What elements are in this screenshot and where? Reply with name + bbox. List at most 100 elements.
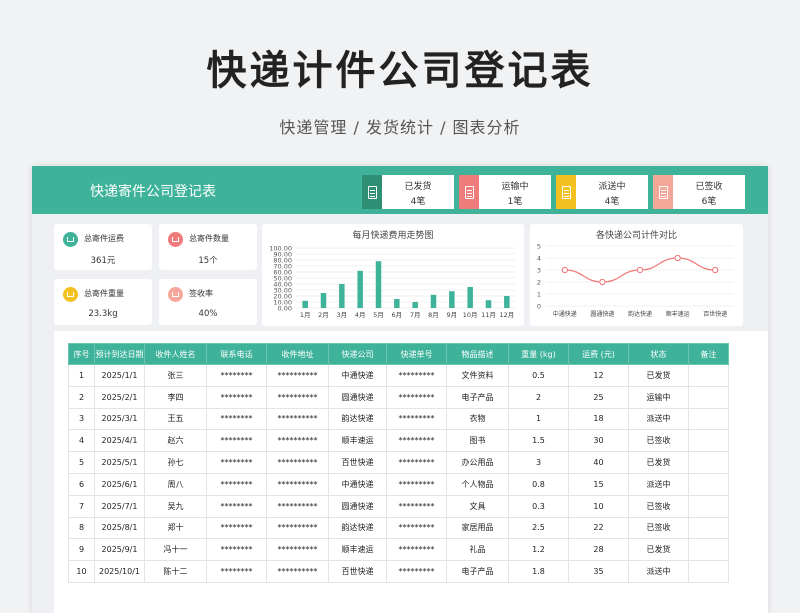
table-cell[interactable]: 已签收: [628, 516, 689, 540]
table-cell[interactable]: *********: [386, 516, 447, 540]
table-cell[interactable]: 李四: [144, 385, 207, 409]
table-cell[interactable]: 圆通快递: [328, 494, 387, 518]
table-cell[interactable]: 中通快递: [328, 472, 387, 496]
table-cell[interactable]: 6: [68, 472, 95, 496]
table-cell[interactable]: 百世快递: [328, 451, 387, 474]
table-cell[interactable]: 1: [508, 407, 569, 431]
table-cell[interactable]: *********: [386, 385, 447, 409]
table-cell[interactable]: 2025/9/1: [94, 538, 145, 562]
table-cell[interactable]: 30: [568, 429, 629, 453]
table-cell[interactable]: ********: [206, 429, 267, 453]
table-cell[interactable]: ********: [206, 516, 267, 540]
table-cell[interactable]: 28: [568, 538, 629, 562]
table-cell[interactable]: 顺丰速运: [328, 538, 387, 562]
table-cell[interactable]: **********: [266, 407, 329, 431]
table-cell[interactable]: 2025/10/1: [94, 560, 145, 583]
table-cell[interactable]: **********: [266, 560, 329, 583]
table-cell[interactable]: 7: [68, 494, 95, 518]
table-cell[interactable]: **********: [266, 385, 329, 409]
table-cell[interactable]: 1.5: [508, 429, 569, 453]
table-cell[interactable]: [688, 364, 729, 387]
table-cell[interactable]: 张三: [144, 364, 207, 387]
table-cell[interactable]: **********: [266, 429, 329, 453]
table-cell[interactable]: *********: [386, 429, 447, 453]
table-cell[interactable]: [688, 516, 729, 540]
table-cell[interactable]: 0.3: [508, 494, 569, 518]
table-cell[interactable]: 派送中: [628, 407, 689, 431]
table-cell[interactable]: [688, 494, 729, 518]
table-cell[interactable]: 办公用品: [446, 451, 509, 474]
table-cell[interactable]: **********: [266, 451, 329, 474]
table-cell[interactable]: 王五: [144, 407, 207, 431]
table-cell[interactable]: ********: [206, 407, 267, 431]
table-cell[interactable]: **********: [266, 516, 329, 540]
table-cell[interactable]: 已发货: [628, 364, 689, 387]
table-cell[interactable]: *********: [386, 364, 447, 387]
table-cell[interactable]: 4: [68, 429, 95, 453]
table-cell[interactable]: ********: [206, 472, 267, 496]
table-cell[interactable]: 图书: [446, 429, 509, 453]
table-cell[interactable]: 15: [568, 472, 629, 496]
table-cell[interactable]: 2025/7/1: [94, 494, 145, 518]
table-cell[interactable]: 2025/4/1: [94, 429, 145, 453]
table-cell[interactable]: 中通快递: [328, 364, 387, 387]
table-cell[interactable]: 郑十: [144, 516, 207, 540]
table-cell[interactable]: **********: [266, 472, 329, 496]
table-cell[interactable]: 衣物: [446, 407, 509, 431]
table-cell[interactable]: 个人物品: [446, 472, 509, 496]
table-cell[interactable]: 2025/2/1: [94, 385, 145, 409]
table-cell[interactable]: 2025/5/1: [94, 451, 145, 474]
table-cell[interactable]: 派送中: [628, 472, 689, 496]
table-cell[interactable]: 10: [68, 560, 95, 583]
table-cell[interactable]: 电子产品: [446, 385, 509, 409]
table-cell[interactable]: ********: [206, 364, 267, 387]
table-cell[interactable]: 韵达快递: [328, 516, 387, 540]
table-cell[interactable]: 2025/6/1: [94, 472, 145, 496]
table-cell[interactable]: 已签收: [628, 494, 689, 518]
table-cell[interactable]: 文具: [446, 494, 509, 518]
table-cell[interactable]: 2025/1/1: [94, 364, 145, 387]
table-cell[interactable]: 3: [508, 451, 569, 474]
table-cell[interactable]: [688, 472, 729, 496]
table-cell[interactable]: 3: [68, 407, 95, 431]
table-cell[interactable]: *********: [386, 494, 447, 518]
table-cell[interactable]: 顺丰速运: [328, 429, 387, 453]
table-cell[interactable]: 文件资料: [446, 364, 509, 387]
table-cell[interactable]: 25: [568, 385, 629, 409]
table-cell[interactable]: 18: [568, 407, 629, 431]
table-cell[interactable]: 1.8: [508, 560, 569, 583]
table-cell[interactable]: 电子产品: [446, 560, 509, 583]
table-cell[interactable]: [688, 538, 729, 562]
table-cell[interactable]: 周八: [144, 472, 207, 496]
table-cell[interactable]: 9: [68, 538, 95, 562]
table-cell[interactable]: 1: [68, 364, 95, 387]
table-cell[interactable]: 已签收: [628, 429, 689, 453]
table-cell[interactable]: ********: [206, 538, 267, 562]
table-cell[interactable]: 2: [508, 385, 569, 409]
table-cell[interactable]: 10: [568, 494, 629, 518]
table-cell[interactable]: ********: [206, 494, 267, 518]
table-cell[interactable]: 40: [568, 451, 629, 474]
table-cell[interactable]: *********: [386, 472, 447, 496]
table-cell[interactable]: **********: [266, 538, 329, 562]
table-cell[interactable]: 1.2: [508, 538, 569, 562]
table-cell[interactable]: **********: [266, 364, 329, 387]
table-cell[interactable]: 韵达快递: [328, 407, 387, 431]
table-cell[interactable]: 35: [568, 560, 629, 583]
table-cell[interactable]: 已发货: [628, 538, 689, 562]
table-cell[interactable]: 0.8: [508, 472, 569, 496]
table-cell[interactable]: 孙七: [144, 451, 207, 474]
table-cell[interactable]: [688, 429, 729, 453]
table-cell[interactable]: 百世快递: [328, 560, 387, 583]
table-cell[interactable]: [688, 385, 729, 409]
table-cell[interactable]: *********: [386, 451, 447, 474]
table-cell[interactable]: 圆通快递: [328, 385, 387, 409]
table-cell[interactable]: 运输中: [628, 385, 689, 409]
table-cell[interactable]: **********: [266, 494, 329, 518]
table-cell[interactable]: 2.5: [508, 516, 569, 540]
table-cell[interactable]: *********: [386, 407, 447, 431]
table-cell[interactable]: 吴九: [144, 494, 207, 518]
table-cell[interactable]: ********: [206, 385, 267, 409]
table-cell[interactable]: [688, 451, 729, 474]
table-cell[interactable]: 礼品: [446, 538, 509, 562]
